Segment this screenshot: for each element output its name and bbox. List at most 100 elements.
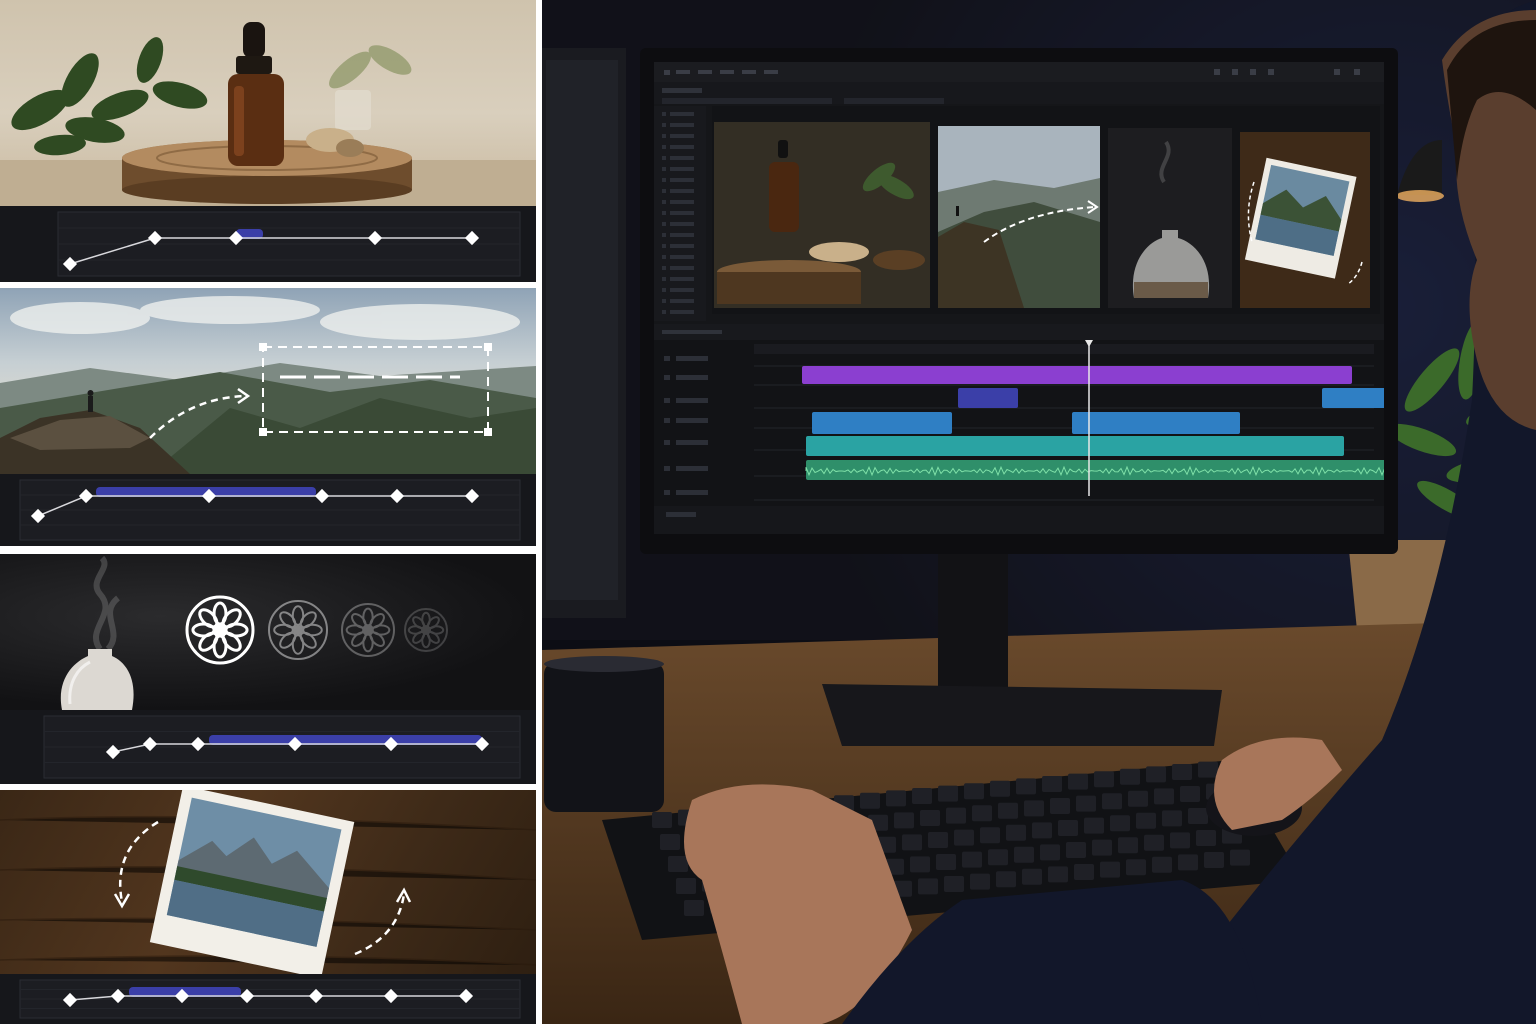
- sidebar-item[interactable]: [670, 288, 694, 292]
- keyboard-key: [1014, 846, 1034, 863]
- timeline-clip[interactable]: [806, 436, 1344, 456]
- keyframe-track-2[interactable]: [0, 474, 536, 546]
- sidebar-item[interactable]: [670, 112, 694, 116]
- timeline-clip[interactable]: [806, 460, 1384, 480]
- sidebar-item-icon[interactable]: [662, 310, 666, 314]
- sidebar-item[interactable]: [670, 222, 694, 226]
- preview-thumb-diffuser[interactable]: [1108, 128, 1232, 308]
- keyboard-key: [1016, 778, 1036, 795]
- keyboard-key: [1170, 832, 1190, 849]
- keyboard-key: [1006, 824, 1026, 841]
- sidebar-item-icon[interactable]: [662, 288, 666, 292]
- sidebar-item-icon[interactable]: [662, 266, 666, 270]
- sidebar-item[interactable]: [670, 299, 694, 303]
- sidebar-item[interactable]: [670, 145, 694, 149]
- timeline-clip[interactable]: [802, 366, 1352, 384]
- sidebar-item[interactable]: [670, 134, 694, 138]
- sidebar-item[interactable]: [670, 310, 694, 314]
- track-toggle-icon[interactable]: [664, 375, 670, 380]
- sidebar-item[interactable]: [670, 167, 694, 171]
- keyboard-key: [1180, 786, 1200, 802]
- time-ruler: [754, 344, 1374, 354]
- track-toggle-icon[interactable]: [664, 466, 670, 471]
- sidebar-item[interactable]: [670, 211, 694, 215]
- keyboard-key: [1128, 790, 1148, 807]
- sidebar-item-icon[interactable]: [662, 299, 666, 303]
- keyboard-key: [1058, 820, 1078, 836]
- keyframe-track-3[interactable]: [0, 710, 536, 784]
- timeline-clip[interactable]: [1072, 412, 1240, 434]
- keyboard-key: [660, 834, 680, 850]
- timeline-clip[interactable]: [812, 412, 952, 434]
- mountain-hiker-icon: [87, 390, 94, 412]
- sidebar-item-icon[interactable]: [662, 277, 666, 281]
- keyboard-key: [912, 788, 932, 804]
- sidebar-item-icon[interactable]: [662, 178, 666, 182]
- sidebar-item-icon[interactable]: [662, 134, 666, 138]
- keyboard-key: [988, 849, 1008, 866]
- smoke-icon: [93, 555, 121, 652]
- keyboard-key: [1136, 812, 1156, 829]
- track-label: [676, 466, 708, 471]
- keyboard-key: [998, 802, 1018, 819]
- keyboard-key: [1110, 815, 1130, 832]
- keyboard-key: [1032, 822, 1052, 839]
- keyframe-track-1[interactable]: [0, 206, 536, 282]
- keyboard-key: [1024, 800, 1044, 817]
- sidebar-item[interactable]: [670, 244, 694, 248]
- track-toggle-icon[interactable]: [664, 356, 670, 361]
- timeline-panel1[interactable]: [0, 206, 536, 282]
- sidebar-item-icon[interactable]: [662, 156, 666, 160]
- timeline-panel3[interactable]: [0, 710, 536, 784]
- keyboard-key: [1074, 864, 1094, 880]
- sidebar-item[interactable]: [670, 233, 694, 237]
- flower-mandala-sequence: [185, 595, 448, 665]
- keyboard-key: [1094, 771, 1114, 788]
- sidebar-item[interactable]: [670, 156, 694, 160]
- sidebar-item-icon[interactable]: [662, 211, 666, 215]
- timeline-panel2[interactable]: [0, 474, 536, 546]
- track-toggle-icon[interactable]: [664, 490, 670, 495]
- preview-thumb-mountain[interactable]: [938, 126, 1100, 308]
- keyboard-key: [1050, 798, 1070, 814]
- keyboard-key: [1076, 795, 1096, 812]
- sidebar-item[interactable]: [670, 266, 694, 270]
- sidebar-item-icon[interactable]: [662, 244, 666, 248]
- diffuser-icon: [60, 649, 134, 710]
- sidebar-item-icon[interactable]: [662, 167, 666, 171]
- sidebar-item-icon[interactable]: [662, 145, 666, 149]
- keyboard-key: [1198, 761, 1218, 778]
- track-toggle-icon[interactable]: [664, 440, 670, 445]
- timeline-panel4[interactable]: [0, 974, 536, 1024]
- sidebar-item[interactable]: [670, 277, 694, 281]
- keyboard-key: [954, 829, 974, 846]
- sidebar-item-icon[interactable]: [662, 200, 666, 204]
- sidebar-item[interactable]: [670, 189, 694, 193]
- sidebar-item-icon[interactable]: [662, 255, 666, 259]
- sidebar-item[interactable]: [670, 178, 694, 182]
- track-toggle-icon[interactable]: [664, 398, 670, 403]
- sidebar-item[interactable]: [670, 123, 694, 127]
- keyboard-key: [1022, 868, 1042, 885]
- track-label: [676, 418, 708, 423]
- sidebar-item[interactable]: [670, 255, 694, 259]
- sidebar-item-icon[interactable]: [662, 112, 666, 116]
- preview-thumb-bottle[interactable]: [714, 122, 930, 308]
- keyboard-key: [938, 785, 958, 802]
- timeline-clip[interactable]: [958, 388, 1018, 408]
- sidebar-item-icon[interactable]: [662, 189, 666, 193]
- editor-ui[interactable]: [654, 62, 1384, 534]
- rotate-arrow-left-icon: [118, 820, 159, 903]
- sidebar-item-icon[interactable]: [662, 222, 666, 226]
- sidebar-item-icon[interactable]: [662, 233, 666, 237]
- keyboard-key: [668, 856, 688, 872]
- flower-mandala-icon: [185, 595, 255, 665]
- editor-screen[interactable]: [654, 62, 1384, 534]
- track-toggle-icon[interactable]: [664, 418, 670, 423]
- keyframe-track-4[interactable]: [0, 974, 536, 1024]
- sidebar-item[interactable]: [670, 200, 694, 204]
- preview-thumb-photo[interactable]: [1240, 132, 1370, 308]
- timeline-clip[interactable]: [1322, 388, 1384, 408]
- sidebar-item-icon[interactable]: [662, 123, 666, 127]
- keyboard-key: [972, 805, 992, 822]
